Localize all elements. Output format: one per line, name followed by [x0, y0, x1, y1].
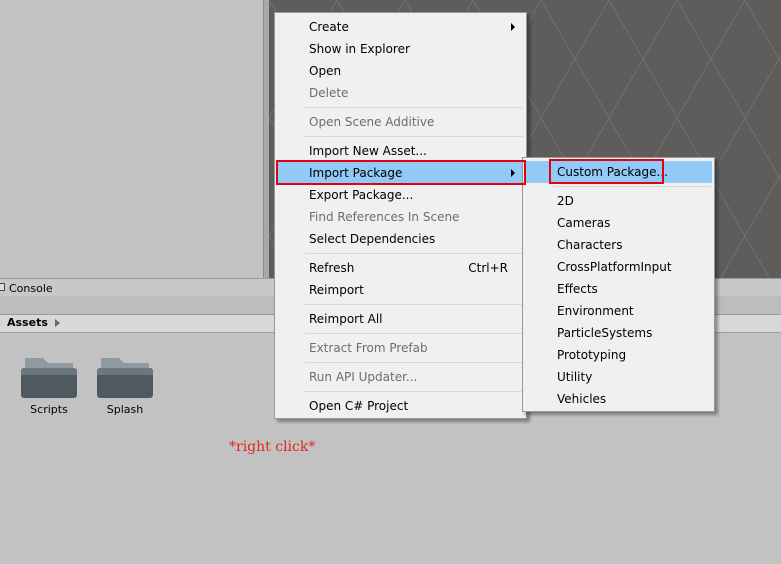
- menu-item-label: Cameras: [557, 216, 611, 230]
- menu-item-find-references[interactable]: Find References In Scene: [277, 206, 524, 228]
- menu-item-label: Open Scene Additive: [309, 115, 435, 129]
- menu-item-label: Select Dependencies: [309, 232, 436, 246]
- submenu-arrow-icon: [511, 23, 515, 31]
- submenu-item-particlesystems[interactable]: ParticleSystems: [525, 322, 712, 344]
- shortcut-label: Ctrl+R: [468, 261, 508, 275]
- folder-scripts[interactable]: Scripts: [19, 352, 79, 416]
- menu-item-open[interactable]: Open: [277, 60, 524, 82]
- console-icon: [0, 283, 5, 291]
- menu-item-label: Effects: [557, 282, 598, 296]
- menu-item-label: Import New Asset...: [309, 144, 427, 158]
- menu-item-label: Vehicles: [557, 392, 607, 406]
- menu-item-label: Open C# Project: [309, 399, 409, 413]
- menu-item-label: Delete: [309, 86, 349, 100]
- hierarchy-panel: [0, 0, 263, 278]
- menu-item-label: Export Package...: [309, 188, 414, 202]
- menu-separator: [305, 333, 523, 334]
- import-package-submenu: Custom Package... 2D Cameras Characters …: [522, 157, 715, 412]
- menu-separator: [305, 253, 523, 254]
- folder-icon: [21, 358, 77, 398]
- menu-item-label: CrossPlatformInput: [557, 260, 672, 274]
- submenu-item-environment[interactable]: Environment: [525, 300, 712, 322]
- menu-item-label: ParticleSystems: [557, 326, 653, 340]
- menu-item-label: 2D: [557, 194, 574, 208]
- menu-separator: [305, 107, 523, 108]
- folder-label: Scripts: [30, 403, 68, 416]
- submenu-item-vehicles[interactable]: Vehicles: [525, 388, 712, 410]
- submenu-item-prototyping[interactable]: Prototyping: [525, 344, 712, 366]
- menu-item-label: Refresh: [309, 261, 355, 275]
- context-menu: Create Show in Explorer Open Delete Open…: [274, 12, 527, 419]
- submenu-item-crossplatforminput[interactable]: CrossPlatformInput: [525, 256, 712, 278]
- folder-label: Splash: [106, 403, 144, 416]
- menu-item-select-dependencies[interactable]: Select Dependencies: [277, 228, 524, 250]
- menu-separator: [305, 391, 523, 392]
- menu-item-label: Prototyping: [557, 348, 627, 362]
- console-tab[interactable]: Console: [9, 282, 53, 295]
- menu-item-label: Reimport: [309, 283, 364, 297]
- menu-item-refresh[interactable]: Refresh Ctrl+R: [277, 257, 524, 279]
- menu-item-label: Extract From Prefab: [309, 341, 428, 355]
- menu-item-label: Open: [309, 64, 342, 78]
- menu-item-reimport-all[interactable]: Reimport All: [277, 308, 524, 330]
- menu-item-open-scene-additive[interactable]: Open Scene Additive: [277, 111, 524, 133]
- menu-item-label: Environment: [557, 304, 634, 318]
- menu-separator: [305, 362, 523, 363]
- menu-item-show-in-explorer[interactable]: Show in Explorer: [277, 38, 524, 60]
- folder-splash[interactable]: Splash: [95, 352, 155, 416]
- menu-item-label: Utility: [557, 370, 593, 384]
- menu-item-export-package[interactable]: Export Package...: [277, 184, 524, 206]
- menu-item-create[interactable]: Create: [277, 16, 524, 38]
- menu-separator: [305, 304, 523, 305]
- annotation-text: *right click*: [229, 439, 316, 455]
- submenu-item-utility[interactable]: Utility: [525, 366, 712, 388]
- menu-item-extract-from-prefab[interactable]: Extract From Prefab: [277, 337, 524, 359]
- submenu-item-characters[interactable]: Characters: [525, 234, 712, 256]
- submenu-item-effects[interactable]: Effects: [525, 278, 712, 300]
- highlight-callout-custom-package: [549, 159, 664, 184]
- submenu-item-cameras[interactable]: Cameras: [525, 212, 712, 234]
- menu-item-label: Reimport All: [309, 312, 383, 326]
- menu-item-import-new-asset[interactable]: Import New Asset...: [277, 140, 524, 162]
- menu-item-label: Show in Explorer: [309, 42, 410, 56]
- menu-item-open-csharp-project[interactable]: Open C# Project: [277, 395, 524, 417]
- breadcrumb-arrow-icon: [55, 319, 60, 327]
- assets-breadcrumb[interactable]: Assets: [7, 316, 48, 329]
- submenu-item-2d[interactable]: 2D: [525, 190, 712, 212]
- menu-item-reimport[interactable]: Reimport: [277, 279, 524, 301]
- folder-icon: [97, 358, 153, 398]
- menu-separator: [553, 186, 711, 187]
- menu-item-label: Characters: [557, 238, 623, 252]
- menu-item-label: Find References In Scene: [309, 210, 460, 224]
- menu-item-label: Create: [309, 20, 349, 34]
- menu-item-label: Run API Updater...: [309, 370, 418, 384]
- highlight-callout-import-package: [276, 160, 526, 185]
- menu-item-delete[interactable]: Delete: [277, 82, 524, 104]
- menu-item-run-api-updater[interactable]: Run API Updater...: [277, 366, 524, 388]
- menu-separator: [305, 136, 523, 137]
